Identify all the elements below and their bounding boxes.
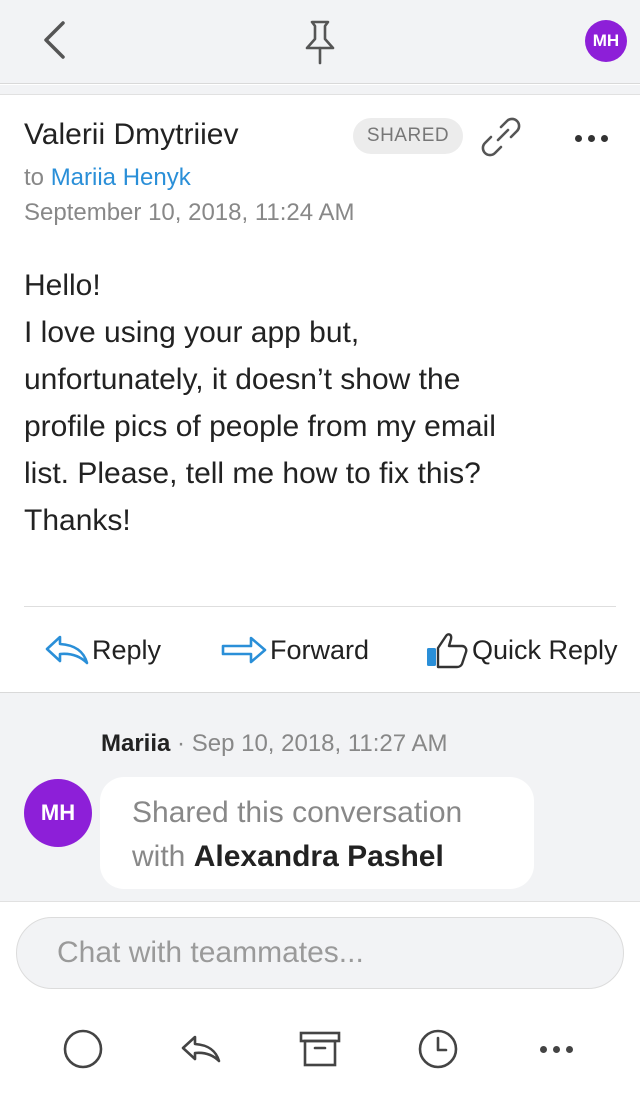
activity-meta: Mariia · Sep 10, 2018, 11:27 AM xyxy=(101,730,447,758)
thumbs-up-icon xyxy=(427,633,468,669)
body-line: profile pics of people from my email xyxy=(24,410,496,443)
more-horizontal-icon[interactable] xyxy=(566,120,616,156)
message-date: September 10, 2018, 11:24 AM xyxy=(24,199,355,226)
activity-text: Shared this conversation xyxy=(132,796,463,829)
archive-icon[interactable] xyxy=(297,1026,343,1072)
activity-timestamp: Sep 10, 2018, 11:27 AM xyxy=(191,730,448,757)
activity-separator: · xyxy=(177,730,186,757)
body-line: list. Please, tell me how to fix this? xyxy=(24,457,481,490)
done-circle-icon[interactable] xyxy=(60,1026,106,1072)
reply-label: Reply xyxy=(92,634,162,665)
link-icon[interactable] xyxy=(478,114,524,160)
avatar[interactable]: MH xyxy=(585,20,627,62)
forward-button[interactable]: Forward xyxy=(220,628,369,672)
body-line: Hello! xyxy=(24,269,101,302)
message-body: Hello! I love using your app but, unfort… xyxy=(24,262,614,544)
top-bar: MH xyxy=(0,0,640,84)
header-separator xyxy=(0,85,640,95)
activity-author: Mariia xyxy=(101,730,171,757)
clock-icon[interactable] xyxy=(415,1026,461,1072)
body-line: unfortunately, it doesn’t show the xyxy=(24,363,461,396)
activity-text-line: with Alexandra Pashel xyxy=(132,835,534,879)
forward-label: Forward xyxy=(270,634,370,665)
body-line: I love using your app but, xyxy=(24,316,360,349)
recipient-line: to Mariia Henyk xyxy=(24,164,191,192)
chevron-left-icon[interactable] xyxy=(34,18,74,62)
more-horizontal-icon[interactable] xyxy=(533,1026,579,1072)
reply-icon xyxy=(45,635,89,665)
forward-icon xyxy=(221,636,267,664)
activity-bubble: Shared this conversation with Alexandra … xyxy=(100,777,534,889)
quick-reply-label: Quick Reply xyxy=(472,634,618,665)
activity-section: Mariia · Sep 10, 2018, 11:27 AM MH Share… xyxy=(0,692,640,902)
activity-target-name: Alexandra Pashel xyxy=(193,840,444,873)
divider xyxy=(24,606,616,607)
chat-input[interactable]: Chat with teammates... xyxy=(16,917,624,989)
pin-icon[interactable] xyxy=(298,18,342,66)
avatar[interactable]: MH xyxy=(24,779,92,847)
shared-badge: SHARED xyxy=(353,118,463,154)
recipient-name[interactable]: Mariia Henyk xyxy=(51,164,191,191)
reply-icon[interactable] xyxy=(178,1026,224,1072)
reply-button[interactable]: Reply xyxy=(44,628,161,672)
quick-reply-button[interactable]: Quick Reply xyxy=(424,628,618,672)
sender-name: Valerii Dmytriiev xyxy=(24,118,239,151)
to-label: to xyxy=(24,164,45,191)
body-line: Thanks! xyxy=(24,504,131,537)
activity-with: with xyxy=(132,840,186,873)
